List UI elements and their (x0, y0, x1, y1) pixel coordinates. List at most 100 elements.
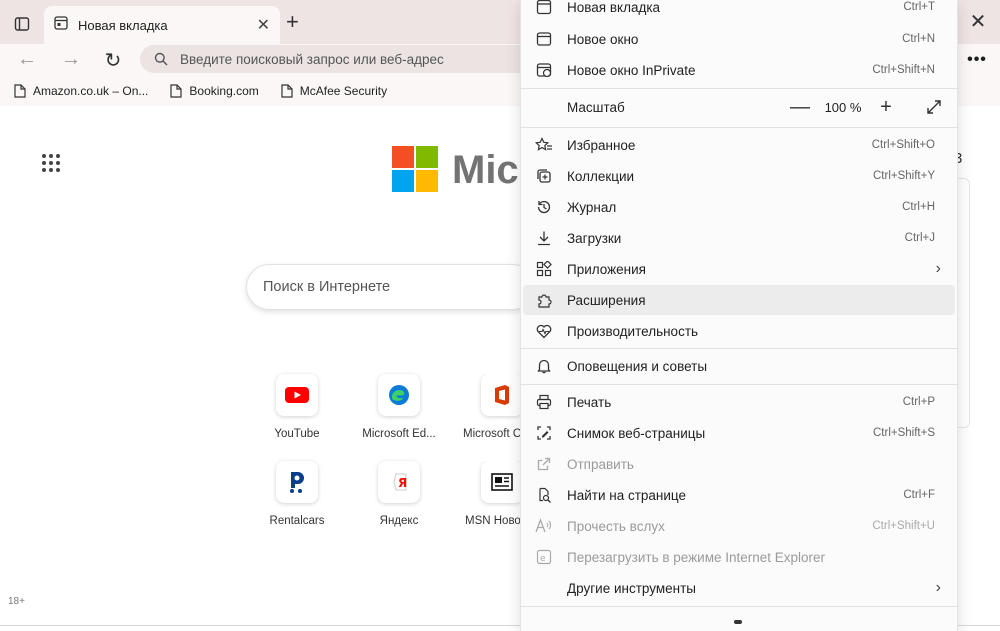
settings-more-button[interactable]: ••• (962, 48, 992, 72)
quick-link-tile[interactable]: Microsoft O (451, 374, 521, 440)
favorite-label: Amazon.co.uk – On... (33, 84, 149, 98)
share-icon (533, 456, 555, 472)
menu-separator (521, 348, 957, 349)
tile-label: Яндекс (379, 515, 419, 527)
screenshot-icon (533, 425, 555, 441)
refresh-icon[interactable]: ↻ (100, 48, 126, 73)
menu-item-new-tab[interactable]: Новая вкладка Ctrl+T (523, 0, 955, 22)
favorite-item[interactable]: Booking.com (170, 84, 259, 98)
extensions-icon (533, 292, 555, 308)
zoom-in-button[interactable]: + (871, 92, 901, 122)
new-window-icon (533, 31, 555, 47)
menu-item-read-aloud[interactable]: Прочесть вслух Ctrl+Shift+U (523, 511, 955, 541)
chevron-right-icon: › (935, 260, 941, 277)
svg-text:e: e (540, 554, 546, 564)
window-close-icon[interactable]: ✕ (958, 6, 998, 36)
menu-item-print[interactable]: Печать Ctrl+P (523, 387, 955, 417)
forward-icon[interactable]: → (58, 48, 84, 71)
msn-icon (481, 461, 521, 503)
address-bar[interactable]: Введите поисковый запрос или веб-адрес (140, 45, 520, 73)
tab-actions-icon[interactable] (10, 12, 34, 36)
scroll-indicator[interactable] (734, 620, 742, 624)
ie-mode-icon: e (533, 549, 555, 565)
menu-item-shortcut: Ctrl+Shift+O (871, 139, 935, 151)
tile-label: YouTube (274, 428, 320, 440)
menu-item-label: Снимок веб-страницы (567, 425, 706, 441)
tab-new-tab[interactable]: Новая вкладка ✕ (44, 6, 280, 44)
menu-item-shortcut: Ctrl+Shift+U (872, 520, 935, 532)
menu-item-shortcut: Ctrl+F (903, 489, 935, 501)
tile-label: MSN Ново (465, 515, 521, 527)
menu-separator (521, 384, 957, 385)
menu-item-ie-mode[interactable]: e Перезагрузить в режиме Internet Explor… (523, 542, 955, 572)
web-search-input[interactable]: Поиск в Интернете (246, 264, 536, 310)
zoom-out-button[interactable]: — (785, 92, 815, 122)
menu-separator (521, 127, 957, 128)
quick-link-tile[interactable]: Rentalcars (247, 461, 347, 527)
quick-link-tile[interactable]: MSN Ново (451, 461, 521, 527)
menu-item-extensions[interactable]: Расширения (523, 285, 955, 315)
menu-item-label: Производительность (567, 323, 699, 339)
menu-item-shortcut: Ctrl+Shift+N (872, 64, 935, 76)
fullscreen-icon[interactable] (919, 92, 949, 122)
menu-item-label: Загрузки (567, 230, 622, 246)
menu-item-more-tools[interactable]: Другие инструменты › (523, 573, 955, 603)
svg-text:Я: Я (398, 476, 407, 490)
menu-item-new-window[interactable]: Новое окно Ctrl+N (523, 24, 955, 54)
youtube-icon (276, 374, 318, 416)
age-label: 18+ (8, 596, 25, 607)
office-icon (481, 374, 521, 416)
app-launcher-icon[interactable] (42, 154, 60, 172)
menu-item-inprivate[interactable]: Новое окно InPrivate Ctrl+Shift+N (523, 55, 955, 85)
menu-item-label: Избранное (567, 137, 636, 153)
menu-item-notifications[interactable]: Оповещения и советы (523, 351, 955, 381)
menu-item-label: Коллекции (567, 168, 635, 184)
inprivate-icon (533, 62, 555, 78)
favorite-label: Booking.com (189, 84, 259, 98)
document-icon (170, 84, 182, 98)
menu-item-shortcut: Ctrl+P (902, 396, 935, 408)
menu-item-collections[interactable]: Коллекции Ctrl+Shift+Y (523, 161, 955, 191)
menu-item-label: Найти на странице (567, 487, 687, 503)
menu-separator (521, 606, 957, 607)
menu-item-label: Другие инструменты (567, 580, 696, 596)
quick-link-tile[interactable]: Я Яндекс (349, 461, 449, 527)
address-placeholder: Введите поисковый запрос или веб-адрес (180, 51, 444, 67)
new-tab-button[interactable]: + (286, 11, 299, 33)
rentalcars-icon (276, 461, 318, 503)
search-icon (154, 52, 168, 66)
back-icon[interactable]: ← (14, 48, 40, 71)
logo-square-blue (392, 170, 414, 192)
menu-item-label: Расширения (567, 292, 646, 308)
quick-link-tile[interactable]: Microsoft Ed... (349, 374, 449, 440)
yandex-icon: Я (378, 461, 420, 503)
menu-item-screenshot[interactable]: Снимок веб-страницы Ctrl+Shift+S (523, 418, 955, 448)
quick-link-tile[interactable]: YouTube (247, 374, 347, 440)
menu-item-label: Отправить (567, 456, 634, 472)
favorites-icon (533, 137, 555, 153)
menu-item-share[interactable]: Отправить (523, 449, 955, 479)
downloads-icon (533, 230, 555, 246)
menu-item-shortcut: Ctrl+T (903, 1, 935, 13)
tile-label: Microsoft O (463, 428, 521, 440)
menu-item-apps[interactable]: Приложения › (523, 254, 955, 284)
tab-close-icon[interactable]: ✕ (257, 15, 270, 35)
menu-item-find[interactable]: Найти на странице Ctrl+F (523, 480, 955, 510)
tile-label: Microsoft Ed... (362, 428, 436, 440)
menu-item-label: Журнал (567, 199, 617, 215)
menu-item-performance[interactable]: Производительность (523, 316, 955, 346)
menu-item-downloads[interactable]: Загрузки Ctrl+J (523, 223, 955, 253)
document-icon (281, 84, 293, 98)
zoom-label: Масштаб (567, 99, 625, 115)
menu-item-shortcut: Ctrl+N (902, 33, 935, 45)
web-search-placeholder: Поиск в Интернете (263, 279, 391, 295)
notifications-icon (533, 358, 555, 374)
favorite-item[interactable]: McAfee Security (281, 84, 387, 98)
zoom-value: 100 % (824, 99, 862, 115)
menu-item-favorites[interactable]: Избранное Ctrl+Shift+O (523, 130, 955, 160)
favorite-item[interactable]: Amazon.co.uk – On... (14, 84, 148, 98)
zoom-control: Масштаб — 100 % + (523, 90, 955, 124)
chevron-right-icon: › (935, 579, 941, 596)
favorite-label: McAfee Security (299, 84, 388, 98)
menu-item-history[interactable]: Журнал Ctrl+H (523, 192, 955, 222)
